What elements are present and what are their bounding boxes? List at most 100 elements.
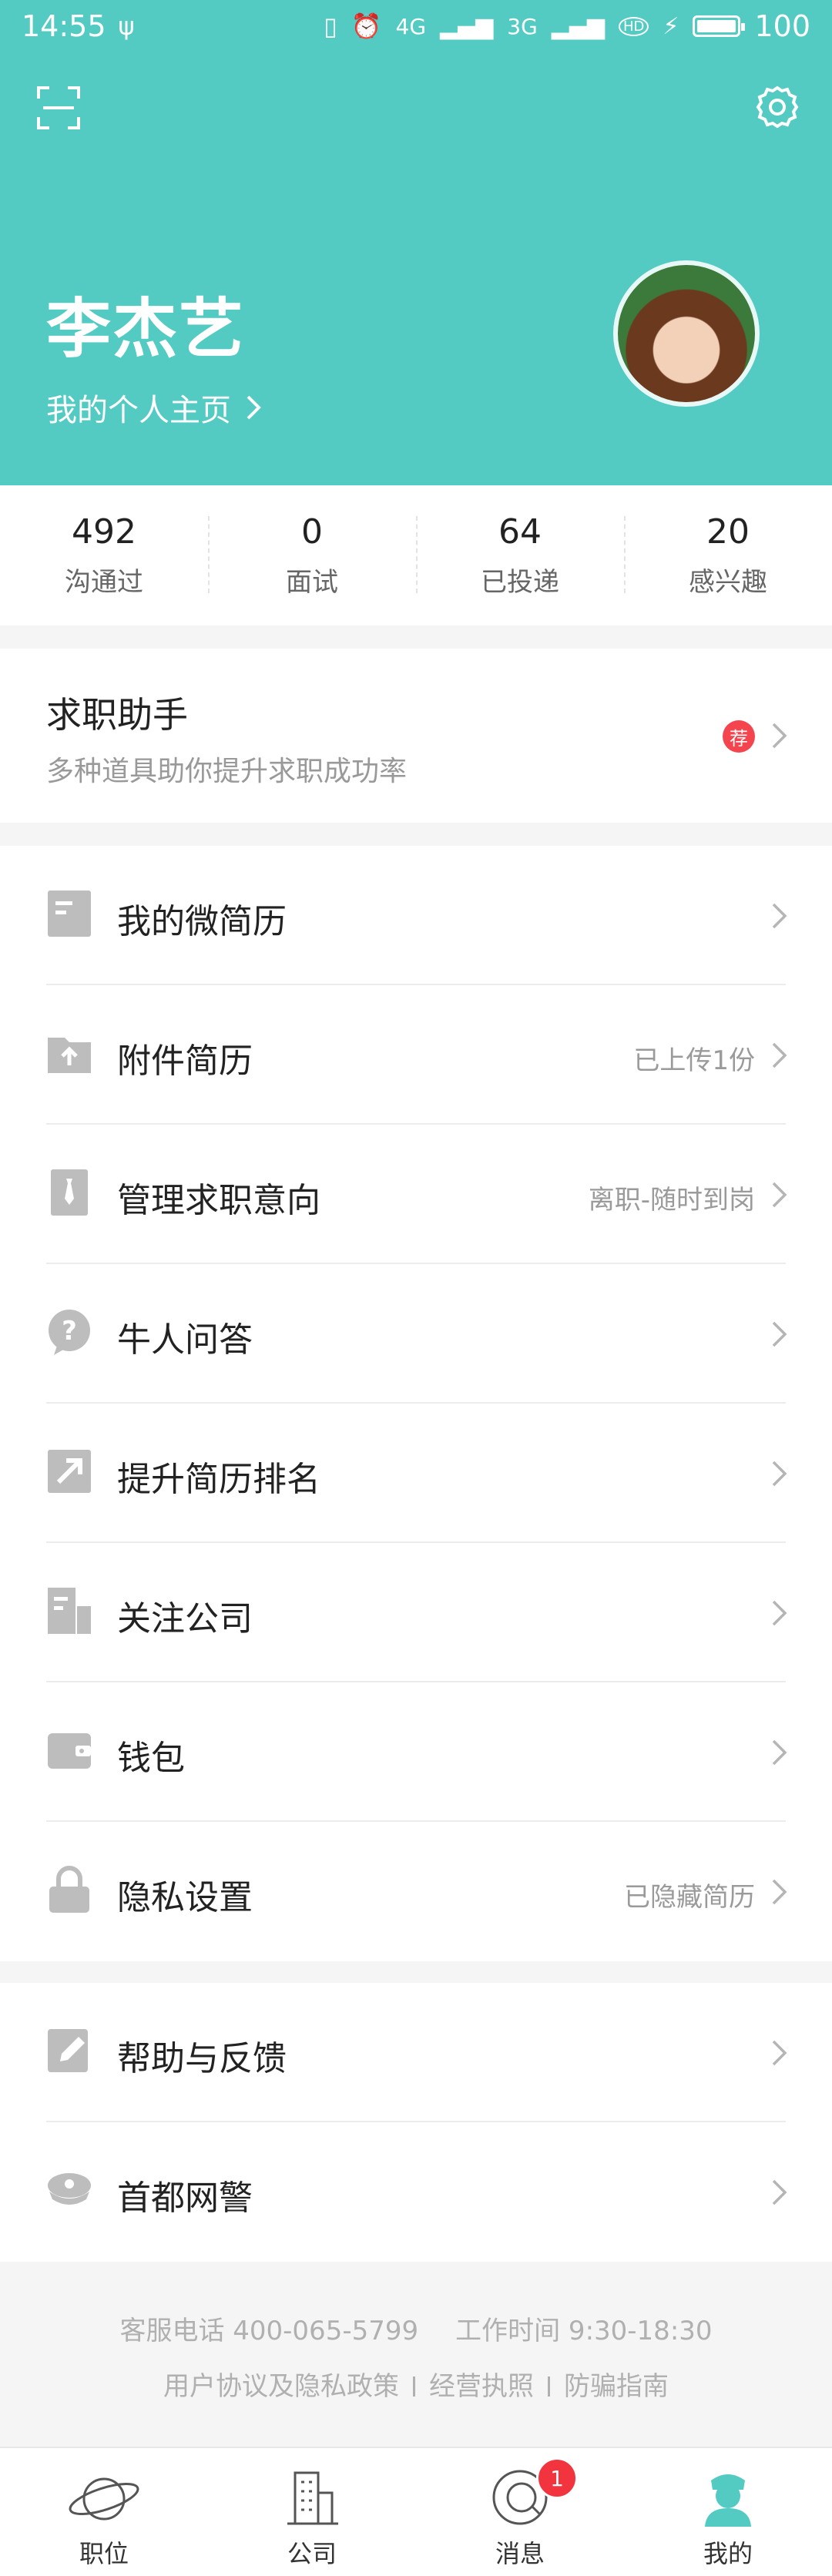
assistant-title: 求职助手 bbox=[46, 694, 188, 736]
stat-label: 感兴趣 bbox=[689, 567, 767, 598]
menu-item-label: 首都网警 bbox=[117, 2179, 253, 2218]
upload-folder-icon bbox=[48, 1038, 91, 1073]
menu-item-label: 帮助与反馈 bbox=[117, 2039, 287, 2078]
recommend-badge: 荐 bbox=[723, 720, 755, 753]
chevron-right-icon bbox=[772, 1042, 787, 1068]
stat-value: 0 bbox=[301, 512, 323, 552]
customer-service-phone[interactable]: 客服电话 400-065-5799 bbox=[119, 2309, 418, 2347]
stats-bar: 492 沟通过 0 面试 64 已投递 20 感兴趣 bbox=[0, 485, 832, 626]
footer-separator bbox=[413, 2376, 415, 2397]
chevron-right-icon bbox=[772, 1461, 787, 1487]
police-cap-icon bbox=[48, 2173, 91, 2205]
edit-icon bbox=[48, 2029, 88, 2072]
stat-label: 已投递 bbox=[481, 567, 559, 598]
business-license-link[interactable]: 经营执照 bbox=[429, 2365, 534, 2403]
anti-fraud-guide-link[interactable]: 防骗指南 bbox=[564, 2365, 669, 2403]
lock-icon bbox=[49, 1866, 89, 1913]
menu-item-job-intention[interactable]: 管理求职意向 离职-随时到岗 bbox=[0, 1125, 832, 1264]
menu-item-label: 附件简历 bbox=[117, 1041, 253, 1081]
menu-item-label: 管理求职意向 bbox=[117, 1181, 320, 1220]
menu-item-rank-up[interactable]: 提升简历排名 bbox=[0, 1404, 832, 1543]
menu-group-1: 我的微简历 附件简历 已上传1份 管理求职意向 离职-随时到岗 ? 牛人问答 提… bbox=[0, 846, 832, 1961]
usb-icon: ψ bbox=[118, 12, 135, 41]
menu-item-label: 隐私设置 bbox=[117, 1878, 253, 1917]
chevron-right-icon bbox=[772, 2179, 787, 2205]
scan-icon[interactable] bbox=[37, 86, 80, 129]
menu-item-resume[interactable]: 我的微简历 bbox=[0, 846, 832, 985]
tab-me[interactable]: 我的 bbox=[624, 2448, 832, 2576]
tab-messages[interactable]: 1 消息 bbox=[416, 2448, 624, 2576]
menu-item-label: 提升简历排名 bbox=[117, 1460, 320, 1499]
charging-icon: ⚡ bbox=[663, 12, 679, 40]
bottom-tab-bar: 职位 公司 1 消息 我的 bbox=[0, 2447, 832, 2576]
menu-item-label: 钱包 bbox=[117, 1739, 185, 1778]
stat-interview[interactable]: 0 面试 bbox=[208, 485, 416, 626]
menu-item-label: 牛人问答 bbox=[117, 1320, 253, 1360]
tab-label: 公司 bbox=[287, 2539, 337, 2568]
stat-value: 20 bbox=[706, 512, 750, 552]
profile-link-label: 我的个人主页 bbox=[46, 393, 231, 428]
tab-jobs[interactable]: 职位 bbox=[0, 2448, 208, 2576]
tab-company[interactable]: 公司 bbox=[208, 2448, 416, 2576]
chevron-right-icon bbox=[772, 903, 787, 929]
tab-label: 消息 bbox=[495, 2539, 545, 2568]
signal-icon: ▂▄▆ bbox=[440, 12, 494, 40]
menu-item-police[interactable]: 首都网警 bbox=[0, 2122, 832, 2262]
chevron-right-icon bbox=[247, 395, 261, 420]
menu-item-value: 离职-随时到岗 bbox=[588, 1185, 755, 1216]
menu-item-qa[interactable]: ? 牛人问答 bbox=[0, 1264, 832, 1404]
job-assistant-card[interactable]: 求职助手 多种道具助你提升求职成功率 bbox=[0, 649, 832, 823]
stat-value: 492 bbox=[72, 512, 136, 552]
menu-item-attachment-resume[interactable]: 附件简历 已上传1份 bbox=[0, 985, 832, 1125]
stat-delivered[interactable]: 64 已投递 bbox=[416, 485, 624, 626]
vibrate-icon: ▯ bbox=[324, 12, 337, 41]
status-bar: 14:55 ψ ▯ ⏰ 4G ▂▄▆ 3G ▂▄▆ HD ⚡ 100 bbox=[0, 0, 832, 52]
hd-label: HD bbox=[618, 16, 649, 36]
tab-label: 我的 bbox=[703, 2539, 753, 2568]
profile-icon bbox=[705, 2474, 751, 2527]
assistant-subtitle: 多种道具助你提升求职成功率 bbox=[46, 756, 408, 787]
chevron-right-icon bbox=[772, 1321, 787, 1347]
gear-icon[interactable] bbox=[753, 83, 801, 131]
menu-item-label: 关注公司 bbox=[117, 1599, 253, 1639]
network-3g-label: 3G bbox=[507, 13, 538, 39]
company-building-icon bbox=[287, 2471, 338, 2525]
stat-label: 面试 bbox=[286, 567, 338, 598]
chevron-right-icon bbox=[772, 1739, 787, 1766]
network-4g-label: 4G bbox=[395, 13, 427, 39]
signal-icon-2: ▂▄▆ bbox=[551, 12, 605, 40]
chevron-right-icon bbox=[772, 1879, 787, 1905]
stat-interested[interactable]: 20 感兴趣 bbox=[624, 485, 832, 626]
building-icon bbox=[48, 1588, 91, 1634]
chevron-right-icon bbox=[772, 1182, 787, 1208]
menu-group-2: 帮助与反馈 首都网警 bbox=[0, 1983, 832, 2262]
menu-item-followed-companies[interactable]: 关注公司 bbox=[0, 1543, 832, 1682]
resume-icon bbox=[48, 891, 91, 937]
question-bubble-icon: ? bbox=[49, 1310, 90, 1355]
tie-icon bbox=[51, 1169, 88, 1216]
wallet-icon bbox=[48, 1733, 91, 1769]
chevron-right-icon bbox=[772, 1600, 787, 1626]
menu-item-value: 已上传1份 bbox=[633, 1045, 755, 1076]
alarm-icon: ⏰ bbox=[351, 12, 382, 41]
profile-header: 14:55 ψ ▯ ⏰ 4G ▂▄▆ 3G ▂▄▆ HD ⚡ 100 李杰艺 我… bbox=[0, 0, 832, 485]
stat-label: 沟通过 bbox=[65, 567, 143, 598]
user-agreement-link[interactable]: 用户协议及隐私政策 bbox=[163, 2365, 399, 2403]
stat-communicated[interactable]: 492 沟通过 bbox=[0, 485, 208, 626]
menu-item-privacy[interactable]: 隐私设置 已隐藏简历 bbox=[0, 1822, 832, 1961]
user-name: 李杰艺 bbox=[46, 291, 246, 367]
menu-item-label: 我的微简历 bbox=[117, 902, 287, 941]
footer-separator bbox=[548, 2376, 550, 2397]
stat-value: 64 bbox=[498, 512, 542, 552]
menu-item-wallet[interactable]: 钱包 bbox=[0, 1682, 832, 1822]
menu-item-value: 已隐藏简历 bbox=[624, 1882, 755, 1913]
planet-icon bbox=[69, 2477, 139, 2521]
menu-item-help-feedback[interactable]: 帮助与反馈 bbox=[0, 1983, 832, 2122]
avatar[interactable] bbox=[613, 260, 760, 407]
chevron-right-icon bbox=[772, 723, 787, 749]
battery-icon bbox=[693, 15, 746, 37]
message-count-badge: 1 bbox=[536, 2457, 578, 2499]
working-hours: 工作时间 9:30-18:30 bbox=[455, 2316, 713, 2346]
profile-link[interactable]: 我的个人主页 bbox=[46, 385, 262, 430]
footer: 客服电话 400-065-5799 工作时间 9:30-18:30 用户协议及隐… bbox=[0, 2262, 832, 2447]
